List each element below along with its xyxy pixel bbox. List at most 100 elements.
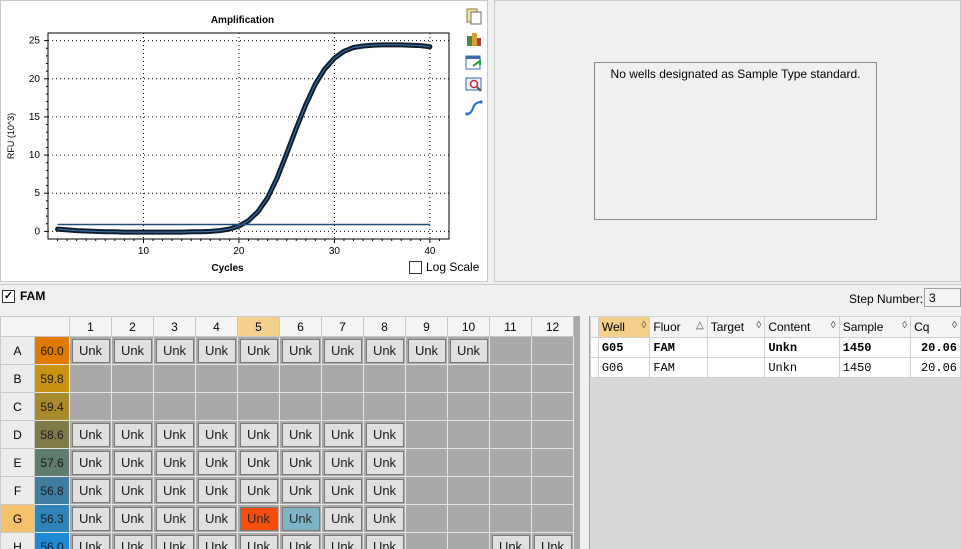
plate-column-header[interactable]: 1 xyxy=(69,316,112,337)
plate-well[interactable]: Unk xyxy=(363,504,406,533)
row-selector[interactable] xyxy=(590,357,599,378)
well-content-label[interactable]: Unk xyxy=(113,338,152,363)
well-content-label[interactable]: Unk xyxy=(449,338,488,363)
plate-well[interactable] xyxy=(447,476,490,505)
well-content-label[interactable]: Unk xyxy=(323,422,362,447)
plate-well[interactable]: Unk xyxy=(195,476,238,505)
row-selector-header[interactable] xyxy=(590,316,599,338)
well-content-label[interactable]: Unk xyxy=(323,338,362,363)
log-scale-toggle[interactable]: Log Scale xyxy=(409,260,479,274)
panel-divider[interactable] xyxy=(0,284,961,285)
plate-well[interactable]: Unk xyxy=(237,420,280,449)
vertical-splitter[interactable] xyxy=(582,316,589,549)
plate-column-header[interactable]: 10 xyxy=(447,316,490,337)
plate-well[interactable] xyxy=(405,532,448,549)
zoom-icon[interactable] xyxy=(465,76,483,94)
well-content-label[interactable]: Unk xyxy=(113,534,152,549)
table-row[interactable]: G05 FAM Unkn 1450 20.06 xyxy=(590,337,961,358)
plate-well[interactable] xyxy=(447,364,490,393)
plate-well[interactable]: Unk xyxy=(279,336,322,365)
plate-well[interactable]: Unk xyxy=(447,336,490,365)
refresh-icon[interactable] xyxy=(465,53,483,71)
plate-well[interactable] xyxy=(447,504,490,533)
well-content-label[interactable]: Unk xyxy=(197,506,236,531)
plate-column-header[interactable]: 11 xyxy=(489,316,532,337)
plate-column-header[interactable]: 7 xyxy=(321,316,364,337)
plate-well[interactable]: Unk xyxy=(237,504,280,533)
plate-well[interactable] xyxy=(363,392,406,421)
results-column-header[interactable]: Fluor △ xyxy=(649,316,708,338)
well-content-label[interactable]: Unk xyxy=(281,534,320,549)
well-content-label[interactable]: Unk xyxy=(113,450,152,475)
well-content-label[interactable]: Unk xyxy=(281,450,320,475)
plate-row-header[interactable]: G xyxy=(0,504,35,533)
well-content-label[interactable]: Unk xyxy=(155,450,194,475)
well-content-label[interactable]: Unk xyxy=(323,450,362,475)
plate-well[interactable]: Unk xyxy=(321,476,364,505)
plate-well[interactable]: Unk xyxy=(279,532,322,549)
fam-checkbox[interactable]: ✓ xyxy=(2,289,15,303)
plate-well[interactable] xyxy=(447,420,490,449)
plate-well[interactable] xyxy=(489,336,532,365)
plate-well[interactable]: Unk xyxy=(195,336,238,365)
plate-well[interactable]: Unk xyxy=(153,476,196,505)
plate-column-header[interactable]: 3 xyxy=(153,316,196,337)
step-number-field[interactable]: 3 xyxy=(924,288,961,307)
plate-well[interactable] xyxy=(531,448,574,477)
well-content-label[interactable]: Unk xyxy=(155,506,194,531)
plate-column-header[interactable]: 2 xyxy=(111,316,154,337)
plate-row-header[interactable]: D xyxy=(0,420,35,449)
plate-well[interactable]: Unk xyxy=(69,336,112,365)
well-content-label[interactable]: Unk xyxy=(323,534,362,549)
plate-well[interactable] xyxy=(447,532,490,549)
plate-well[interactable] xyxy=(405,420,448,449)
plate-well[interactable]: Unk xyxy=(279,476,322,505)
plate-column-header[interactable]: 6 xyxy=(279,316,322,337)
well-content-label[interactable]: Unk xyxy=(71,478,110,503)
plate-well[interactable]: Unk xyxy=(69,448,112,477)
plate-column-header[interactable]: 5 xyxy=(237,316,280,337)
plate-well[interactable]: Unk xyxy=(405,336,448,365)
well-content-label[interactable]: Unk xyxy=(239,534,278,549)
plate-well[interactable]: Unk xyxy=(69,420,112,449)
well-content-label[interactable]: Unk xyxy=(113,422,152,447)
sort-icon[interactable]: ◊ xyxy=(831,320,836,331)
plate-well[interactable]: Unk xyxy=(363,532,406,549)
well-content-label[interactable]: Unk xyxy=(239,450,278,475)
copy-icon[interactable] xyxy=(465,7,483,25)
plate-well[interactable]: Unk xyxy=(279,504,322,533)
plate-well[interactable] xyxy=(111,392,154,421)
plate-well[interactable]: Unk xyxy=(363,336,406,365)
plate-well[interactable] xyxy=(363,364,406,393)
well-content-label[interactable]: Unk xyxy=(323,506,362,531)
results-column-header[interactable]: Target ◊ xyxy=(706,316,766,338)
plate-well[interactable] xyxy=(489,364,532,393)
plate-well[interactable]: Unk xyxy=(195,532,238,549)
well-content-label[interactable]: Unk xyxy=(71,422,110,447)
well-content-label[interactable]: Unk xyxy=(239,478,278,503)
plate-well[interactable]: Unk xyxy=(363,476,406,505)
well-content-label[interactable]: Unk xyxy=(281,506,320,531)
plate-well[interactable]: Unk xyxy=(153,504,196,533)
well-content-label[interactable]: Unk xyxy=(113,506,152,531)
plate-select-all[interactable] xyxy=(0,316,70,337)
plate-well[interactable]: Unk xyxy=(279,420,322,449)
well-content-label[interactable]: Unk xyxy=(281,478,320,503)
plate-well[interactable] xyxy=(153,364,196,393)
well-content-label[interactable]: Unk xyxy=(365,450,404,475)
plate-row-header[interactable]: A xyxy=(0,336,35,365)
plate-well[interactable] xyxy=(531,420,574,449)
plate-well[interactable]: Unk xyxy=(153,448,196,477)
well-content-label[interactable]: Unk xyxy=(281,422,320,447)
plate-well[interactable] xyxy=(531,336,574,365)
results-column-header[interactable]: Cq ◊ xyxy=(910,316,961,338)
plate-well[interactable] xyxy=(321,364,364,393)
plate-column-header[interactable]: 9 xyxy=(405,316,448,337)
plate-well[interactable]: Unk xyxy=(153,532,196,549)
plate-well[interactable]: Unk xyxy=(195,448,238,477)
fluor-selector-fam[interactable]: ✓ FAM xyxy=(2,289,45,303)
plate-well[interactable]: Unk xyxy=(321,336,364,365)
well-content-label[interactable]: Unk xyxy=(365,506,404,531)
plate-well[interactable]: Unk xyxy=(237,336,280,365)
well-content-label[interactable]: Unk xyxy=(197,422,236,447)
